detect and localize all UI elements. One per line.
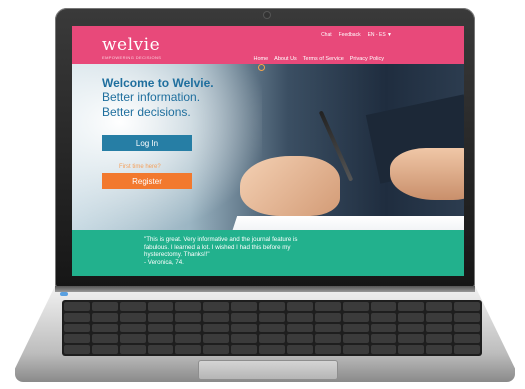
testimonial-line: hysterectomy. Thanks!!" <box>144 251 210 258</box>
tagline-line-2: Better decisions. <box>102 105 191 119</box>
main-nav: Home About Us Terms of Service Privacy P… <box>254 56 385 62</box>
language-selector[interactable]: EN - ES ▼ <box>368 32 392 38</box>
webcam-icon <box>264 12 270 18</box>
laptop-keyboard <box>62 300 482 356</box>
logo-tagline: EMPOWERING DECISIONS <box>102 55 162 60</box>
testimonial-author: - Veronica, 74. <box>144 258 184 266</box>
chat-link[interactable]: Chat <box>321 32 332 38</box>
testimonial-quote: "This is great. Very informative and the… <box>144 236 354 266</box>
laptop-hinge <box>55 286 475 292</box>
feedback-link[interactable]: Feedback <box>339 32 361 38</box>
testimonial-line: "This is great. Very informative and the… <box>144 236 298 243</box>
nav-focus-marker-icon <box>258 64 265 71</box>
nav-item-terms-of-service[interactable]: Terms of Service <box>303 56 344 62</box>
power-indicator-icon <box>60 292 68 296</box>
touchpad <box>198 360 338 380</box>
first-time-text: First time here? <box>119 164 161 170</box>
welcome-title: Welcome to Welvie. <box>102 76 214 90</box>
tagline-line-1: Better information. <box>102 90 201 104</box>
hero-image-hand <box>240 156 340 216</box>
nav-item-home[interactable]: Home <box>254 56 269 62</box>
hero-image-hand-right <box>390 148 464 200</box>
nav-item-privacy-policy[interactable]: Privacy Policy <box>350 56 384 62</box>
site-header: welvie EMPOWERING DECISIONS Chat Feedbac… <box>72 26 464 64</box>
hero-image-notebook <box>222 216 464 230</box>
login-button[interactable]: Log In <box>102 135 192 151</box>
testimonial-banner: "This is great. Very informative and the… <box>72 230 464 276</box>
testimonial-line: fabulous. I learned a lot. I wished I ha… <box>144 243 291 251</box>
register-button[interactable]: Register <box>102 173 192 189</box>
nav-item-about-us[interactable]: About Us <box>274 56 297 62</box>
laptop-screen: welvie EMPOWERING DECISIONS Chat Feedbac… <box>72 26 464 276</box>
welvie-logo[interactable]: welvie <box>102 37 160 54</box>
utility-nav: Chat Feedback EN - ES ▼ <box>321 32 392 38</box>
